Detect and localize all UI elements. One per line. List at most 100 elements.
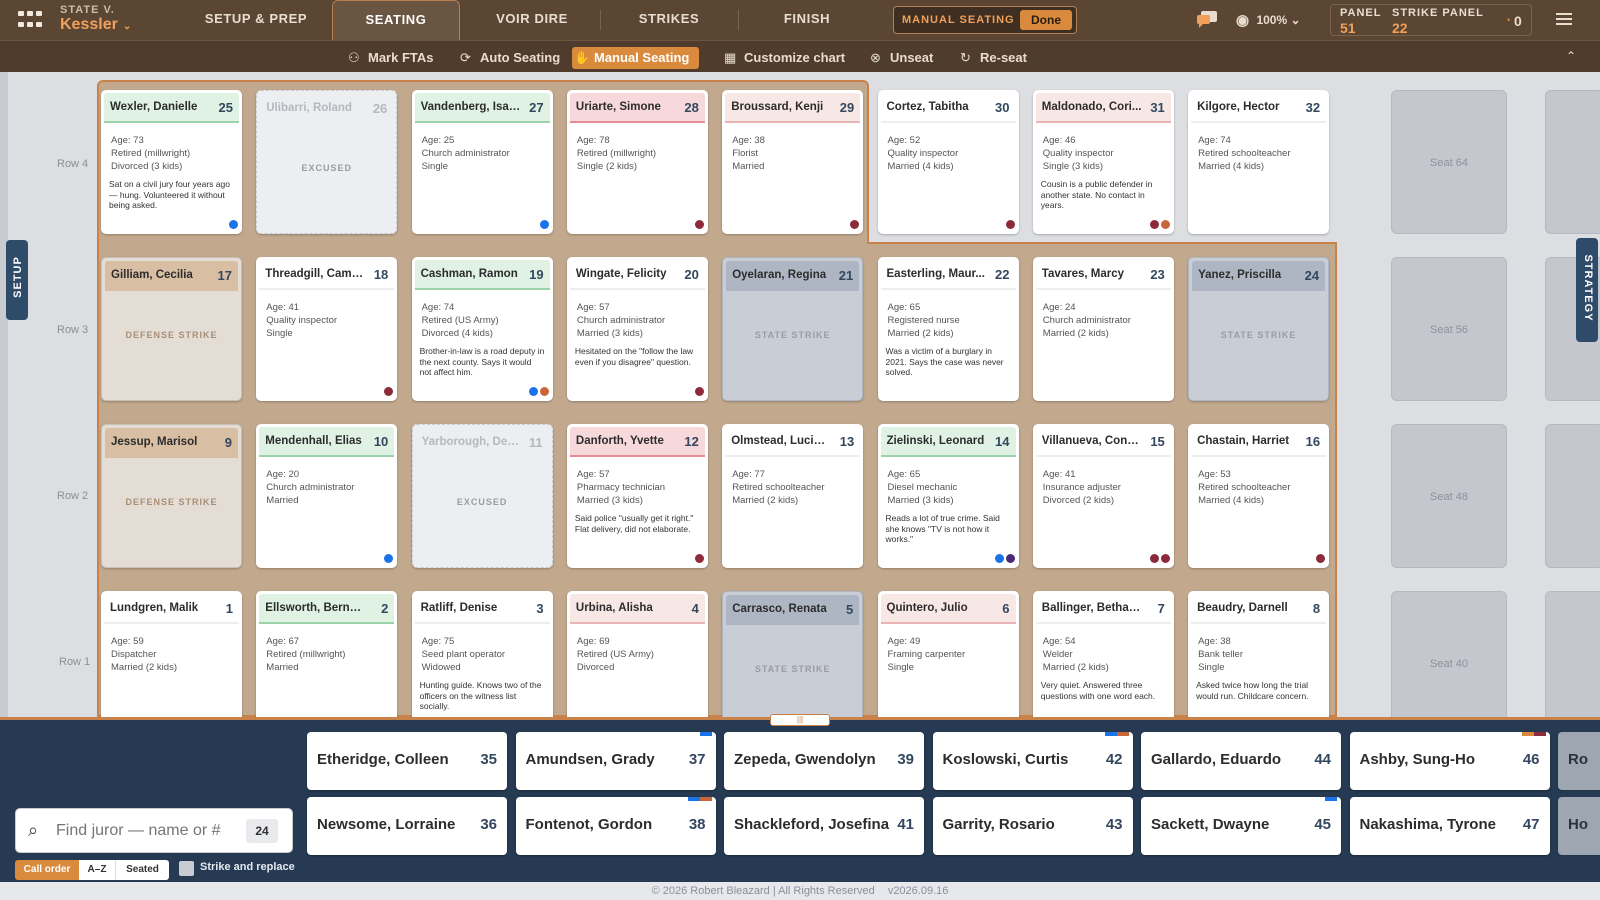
juror-fam: Married (4 kids): [1198, 161, 1265, 172]
juror-card-header: Villanueva, Cons... 15: [1035, 427, 1171, 457]
juror-card[interactable]: Yarborough, Deb... 11 EXCUSED: [411, 424, 553, 568]
search-input[interactable]: [56, 819, 236, 843]
tab-setup-prep[interactable]: SETUP & PREP: [190, 0, 322, 40]
juror-card[interactable]: Ballinger, Bethany 7 Age: 54 Welder Married …: [1032, 591, 1174, 717]
empty-seat[interactable]: [1545, 424, 1600, 568]
tab-strikes[interactable]: STRIKES: [604, 0, 734, 40]
queue-juror-name: Ro: [1568, 751, 1588, 768]
queue-juror-card[interactable]: Fontenot, Gordon 38: [515, 797, 716, 855]
strategy-side-tab[interactable]: STRATEGY: [1576, 238, 1598, 342]
done-button[interactable]: Done: [1020, 10, 1072, 30]
queue-juror-card[interactable]: Shackleford, Josefina 41: [724, 797, 924, 855]
juror-age: Age: 74: [421, 302, 455, 313]
juror-card[interactable]: Quintero, Julio 6 Age: 49 Framing carpenter…: [877, 591, 1019, 717]
queue-juror-number: 37: [688, 751, 706, 768]
setup-side-tab[interactable]: SETUP: [6, 240, 28, 320]
manual-seating-button[interactable]: ✋ Manual Seating: [572, 47, 700, 69]
empty-seat[interactable]: Seat 40: [1391, 591, 1507, 717]
queue-juror-card[interactable]: Koslowski, Curtis 42: [932, 732, 1133, 790]
queue-juror-card[interactable]: Newsome, Lorraine 36: [307, 797, 507, 855]
drag-handle-icon[interactable]: |||: [770, 714, 830, 726]
strategy-side-label: STRATEGY: [1582, 254, 1594, 322]
empty-seat[interactable]: Seat 64: [1391, 90, 1507, 234]
unseat-button[interactable]: ⊗ Unseat: [868, 47, 933, 69]
queue-juror-card[interactable]: Zepeda, Gwendolyn 39: [724, 732, 924, 790]
juror-fam: Divorced (3 kids): [111, 161, 183, 172]
queue-juror-name: Nakashima, Tyrone: [1359, 816, 1496, 833]
queue-juror-card[interactable]: Nakashima, Tyrone 47: [1349, 797, 1550, 855]
juror-card[interactable]: Jessup, Marisol 9 DEFENSE STRIKE: [101, 424, 242, 568]
case-selector[interactable]: Kessler ⌄: [60, 16, 131, 34]
juror-card[interactable]: Ulibarri, Roland 26 EXCUSED: [256, 90, 398, 234]
queue-juror-card[interactable]: Garrity, Rosario 43: [932, 797, 1133, 855]
juror-age: Age: 73: [111, 135, 144, 146]
juror-card[interactable]: Cortez, Tabitha 30 Age: 52 Quality inspecto…: [877, 90, 1019, 234]
empty-seat[interactable]: Seat 56: [1391, 257, 1507, 401]
strike-replace-checkbox[interactable]: [179, 861, 194, 876]
juror-card[interactable]: Cashman, Ramon 19 Age: 74 Retired (US Army)…: [411, 257, 553, 401]
juror-card[interactable]: Maldonado, Cori... 31 Age: 46 Quality inspe…: [1032, 90, 1174, 234]
sort-seated[interactable]: Seated: [115, 860, 169, 880]
juror-card[interactable]: Uriarte, Simone 28 Age: 78 Retired (millwri…: [566, 90, 708, 234]
zoom-control[interactable]: ◉ 100% ⌄: [1236, 11, 1301, 29]
juror-card[interactable]: Ratliff, Denise 3 Age: 75 Seed plant operat…: [411, 591, 553, 717]
juror-card[interactable]: Gilliam, Cecilia 17 DEFENSE STRIKE: [101, 257, 242, 401]
juror-card[interactable]: Olmstead, Lucinda 13 Age: 77 Retired school…: [722, 424, 864, 568]
seat-number: 14: [995, 434, 1010, 449]
juror-card[interactable]: Ellsworth, Bernard 2 Age: 67 Retired (millw…: [256, 591, 398, 717]
app-grid-icon[interactable]: [18, 11, 42, 29]
queue-juror-card[interactable]: Gallardo, Eduardo 44: [1141, 732, 1341, 790]
juror-card[interactable]: Kilgore, Hector 32 Age: 74 Retired schoolte…: [1188, 90, 1330, 234]
juror-card[interactable]: Zielinski, Leonard 14 Age: 65 Diesel mechan…: [877, 424, 1019, 568]
queue-juror-card[interactable]: Ho: [1558, 797, 1600, 855]
queue-juror-card[interactable]: Sackett, Dwayne 45: [1141, 797, 1341, 855]
juror-card[interactable]: Threadgill, Camille 18 Age: 41 Quality insp…: [256, 257, 398, 401]
queue-juror-card[interactable]: Amundsen, Grady 37: [515, 732, 716, 790]
juror-card[interactable]: Mendenhall, Elias 10 Age: 20 Church adminis…: [256, 424, 398, 568]
chevron-up-icon[interactable]: ⌃: [1566, 49, 1576, 63]
tab-voir-dire[interactable]: VOIR DIRE: [470, 0, 594, 40]
chevron-down-icon: ⌄: [122, 21, 132, 32]
juror-fam: Married (2 kids): [111, 662, 177, 673]
juror-card[interactable]: Beaudry, Darnell 8 Age: 38 Bank teller Singl…: [1188, 591, 1330, 717]
juror-card[interactable]: Broussard, Kenji 29 Age: 38 Florist Married: [722, 90, 864, 234]
juror-card[interactable]: Lundgren, Malik 1 Age: 59 Dispatcher Married…: [101, 591, 242, 717]
juror-card[interactable]: Tavares, Marcy 23 Age: 24 Church administra…: [1032, 257, 1174, 401]
mark-ftas-label: Mark FTAs: [368, 50, 434, 65]
empty-seat[interactable]: Seat 48: [1391, 424, 1507, 568]
sort-call-order[interactable]: Call order: [15, 860, 79, 880]
juror-card[interactable]: Carrasco, Renata 5 STATE STRIKE: [722, 591, 864, 717]
juror-card[interactable]: Chastain, Harriet 16 Age: 53 Retired school…: [1188, 424, 1330, 568]
flag-marker-icon: [1533, 732, 1546, 736]
juror-card[interactable]: Easterling, Maur... 22 Age: 65 Registered n…: [877, 257, 1019, 401]
mark-ftas-button[interactable]: ⚇ Mark FTAs: [346, 47, 434, 69]
seat-number: 31: [1150, 100, 1165, 115]
menu-icon[interactable]: [1556, 13, 1572, 25]
reseat-button[interactable]: ↻ Re-seat: [958, 47, 1027, 69]
juror-card[interactable]: Oyelaran, Regina 21 STATE STRIKE: [722, 257, 864, 401]
tab-finish[interactable]: FINISH: [742, 0, 872, 40]
juror-card-header: Uriarte, Simone 28: [569, 93, 705, 123]
empty-seat[interactable]: [1545, 591, 1600, 717]
empty-seat[interactable]: [1545, 90, 1600, 234]
chat-icon[interactable]: [1196, 10, 1218, 28]
queue-juror-card[interactable]: Ro: [1558, 732, 1600, 790]
juror-details: Age: 46 Quality inspector Single (3 kids): [1033, 126, 1174, 173]
juror-card[interactable]: Urbina, Alisha 4 Age: 69 Retired (US Army) D…: [566, 591, 708, 717]
queue-juror-card[interactable]: Ashby, Sung-Ho 46: [1349, 732, 1550, 790]
queue-juror-card[interactable]: Etheridge, Colleen 35: [307, 732, 507, 790]
tag-dot-icon: [1005, 220, 1015, 229]
sort-a-z[interactable]: A–Z: [79, 860, 115, 880]
juror-card[interactable]: Yanez, Priscilla 24 STATE STRIKE: [1188, 257, 1330, 401]
juror-card[interactable]: Wingate, Felicity 20 Age: 57 Church adminis…: [566, 257, 708, 401]
juror-card[interactable]: Vandenberg, Isai... 27 Age: 25 Church admin…: [411, 90, 553, 234]
juror-card[interactable]: Wexler, Danielle 25 Age: 73 Retired (millwr…: [101, 90, 242, 234]
seat-label: Seat 48: [1430, 491, 1468, 503]
juror-card[interactable]: Villanueva, Cons... 15 Age: 41 Insurance ad…: [1032, 424, 1174, 568]
customize-chart-button[interactable]: ▦ Customize chart: [722, 47, 845, 69]
tab-seating[interactable]: SEATING: [332, 0, 460, 40]
auto-seating-button[interactable]: ⟳ Auto Seating: [458, 47, 560, 69]
hand-icon: ✋: [574, 50, 591, 65]
juror-card[interactable]: Danforth, Yvette 12 Age: 57 Pharmacy techni…: [566, 424, 708, 568]
footer: © 2026 Robert Bleazard | All Rights Rese…: [0, 882, 1600, 900]
